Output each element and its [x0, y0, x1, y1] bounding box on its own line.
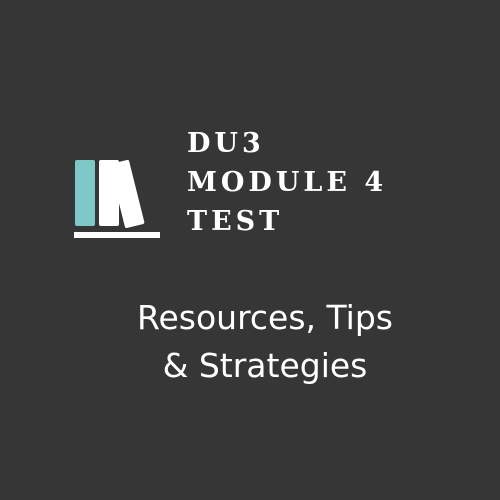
subtitle: Resources, Tips & Strategies: [90, 294, 440, 390]
books-icon: [74, 156, 162, 242]
page-title: DU3 MODULE 4 TEST: [187, 124, 447, 241]
shelf: [74, 232, 160, 238]
book-accent: [75, 160, 95, 226]
cover-graphic: DU3 MODULE 4 TEST Resources, Tips & Stra…: [0, 0, 500, 500]
title-line-test: TEST: [187, 206, 284, 237]
subtitle-line-resources: Resources, Tips: [137, 298, 393, 337]
subtitle-line-strategies: & Strategies: [162, 346, 368, 385]
title-line-course: DU3: [187, 128, 265, 159]
title-line-module: MODULE 4: [187, 167, 388, 198]
